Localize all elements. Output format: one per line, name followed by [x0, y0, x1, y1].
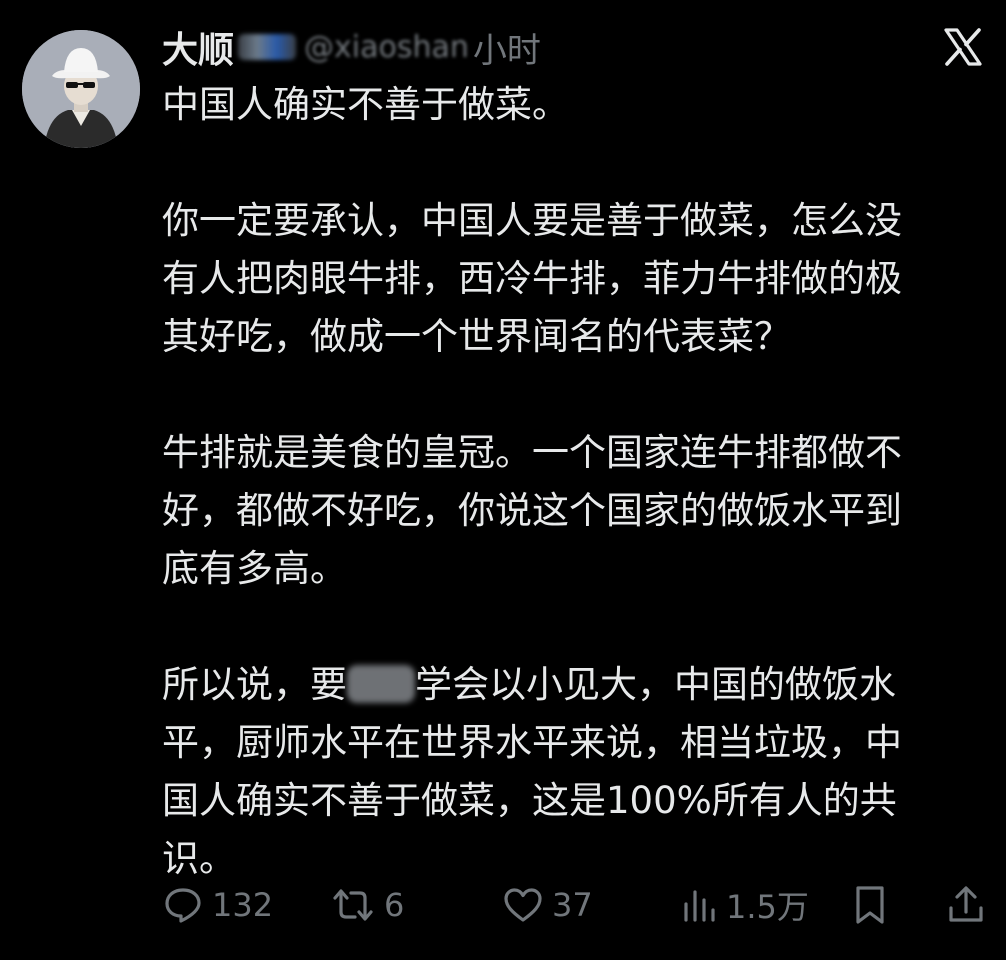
- view-count: 1.5万: [726, 888, 809, 926]
- post-paragraph: 你一定要承认，中国人要是善于做菜，怎么没 有人把肉眼牛排，西冷牛排，菲力牛排做的…: [162, 199, 902, 358]
- action-bar: 132 6 37 1.5万: [162, 880, 986, 930]
- repost-icon: [333, 889, 373, 921]
- post-time[interactable]: 小时: [473, 23, 541, 72]
- views-icon: [684, 890, 715, 922]
- reply-count: 132: [212, 886, 274, 924]
- post-paragraph: 所以说，要 学会以小见大，中国的做饭水 平，厨师水平在世界水平来说，相当垃圾，中 …: [162, 656, 992, 888]
- share-button[interactable]: [946, 880, 994, 930]
- post: 大顺 @xiaoshan 小时 中国人确实不善于做菜。 你一定要承认，中国人要是…: [0, 0, 1006, 960]
- repost-button[interactable]: 6: [330, 880, 404, 930]
- views-button[interactable]: 1.5万: [680, 880, 809, 930]
- heart-icon: [504, 888, 542, 922]
- paragraph-text: 所以说，要: [162, 663, 347, 706]
- repost-count: 6: [384, 886, 405, 924]
- author-name[interactable]: 大顺: [162, 21, 234, 73]
- like-count: 37: [552, 886, 593, 924]
- bookmark-button[interactable]: [850, 880, 898, 930]
- post-body: 中国人确实不善于做菜。 你一定要承认，中国人要是善于做菜，怎么没 有人把肉眼牛排…: [162, 76, 992, 888]
- reply-icon: [165, 888, 201, 923]
- like-button[interactable]: 37: [502, 880, 593, 930]
- avatar[interactable]: [22, 30, 140, 148]
- avatar-image: [22, 30, 140, 148]
- x-logo-icon[interactable]: [942, 26, 984, 68]
- verified-badge-icon: [238, 34, 297, 60]
- share-icon: [949, 886, 983, 922]
- author-handle[interactable]: @xiaoshan: [304, 30, 469, 65]
- bookmark-icon: [856, 886, 884, 924]
- post-paragraph: 中国人确实不善于做菜。: [162, 83, 569, 126]
- post-paragraph: 牛排就是美食的皇冠。一个国家连牛排都做不 好，都做不好吃，你说这个国家的做饭水平…: [162, 431, 902, 590]
- reply-button[interactable]: 132: [162, 880, 273, 930]
- redaction-mark: [347, 665, 415, 703]
- post-header: 大顺 @xiaoshan 小时: [162, 22, 541, 72]
